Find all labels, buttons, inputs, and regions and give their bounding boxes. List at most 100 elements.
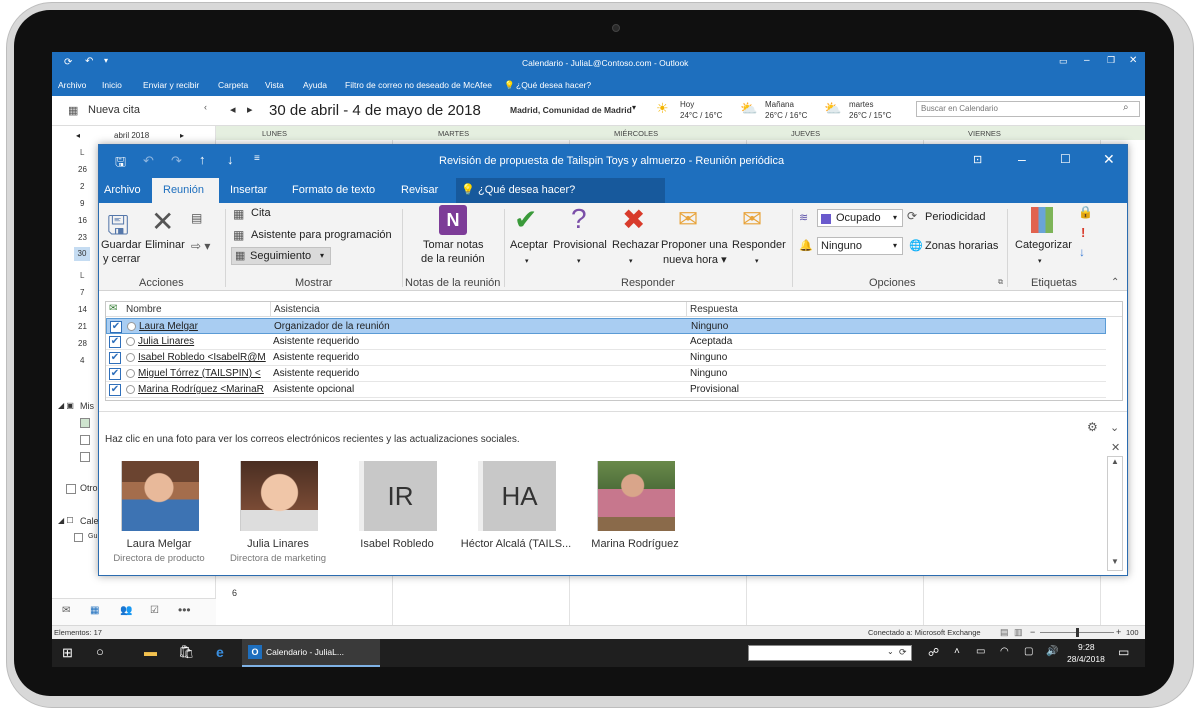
mini-day[interactable]: 4: [80, 356, 84, 365]
mini-day[interactable]: 14: [78, 305, 87, 314]
menu-tell-me[interactable]: ¿Qué desea hacer?: [516, 80, 591, 90]
location[interactable]: Madrid, Comunidad de Madrid: [510, 105, 632, 115]
mini-day[interactable]: 26: [78, 165, 87, 174]
next-week-icon[interactable]: ▸: [247, 103, 253, 116]
ribbon-display-icon[interactable]: ▭: [1059, 56, 1068, 67]
person-photo[interactable]: [240, 461, 318, 531]
zoom-handle[interactable]: [1076, 628, 1079, 637]
customize-quick-access-icon[interactable]: ≡: [254, 153, 260, 164]
close-icon[interactable]: ✕: [1103, 151, 1115, 168]
next-item-icon[interactable]: ↓: [227, 152, 234, 167]
tentative-button[interactable]: Provisional: [553, 239, 607, 251]
attendee-checkbox[interactable]: ✔: [110, 321, 122, 333]
tab-archivo[interactable]: Archivo: [104, 184, 141, 196]
recurrence-button[interactable]: Periodicidad: [925, 211, 986, 223]
mini-day[interactable]: 28: [78, 339, 87, 348]
folder-otros[interactable]: Otro: [80, 483, 98, 493]
ribbon-display-icon[interactable]: ⊡: [973, 153, 982, 166]
sync-icon[interactable]: ⟳: [64, 57, 72, 68]
previous-item-icon[interactable]: ↑: [199, 152, 206, 167]
folder-gu[interactable]: Gu: [88, 533, 97, 540]
battery-icon[interactable]: ▭: [976, 646, 985, 657]
tab-formato[interactable]: Formato de texto: [292, 184, 375, 196]
people-scrollbar[interactable]: ▲ ▼: [1107, 456, 1123, 571]
folder-calendarios[interactable]: Cale: [80, 516, 99, 526]
mini-day[interactable]: 23: [78, 233, 87, 242]
collapse-ribbon-icon[interactable]: ⌃: [1111, 277, 1119, 288]
mini-prev-icon[interactable]: ◂: [76, 131, 80, 140]
table-row[interactable]: ✔ Miguel Tórrez (TAILSPIN) < Asistente r…: [106, 366, 1106, 382]
show-as-select[interactable]: Ocupado ▾: [817, 209, 903, 227]
attendee-name[interactable]: Isabel Robledo <IsabelR@M: [138, 352, 266, 363]
menu-mcafee[interactable]: Filtro de correo no deseado de McAfee: [345, 80, 492, 90]
mini-day[interactable]: 7: [80, 288, 84, 297]
menu-enviar[interactable]: Enviar y recibir: [143, 80, 199, 90]
save-icon[interactable]: 🖫: [115, 153, 126, 175]
minimize-icon[interactable]: –: [1084, 55, 1090, 66]
chevron-down-icon[interactable]: ⌄: [1110, 421, 1119, 434]
respond-button[interactable]: Responder: [732, 239, 786, 251]
prev-week-icon[interactable]: ◂: [230, 103, 236, 116]
save-close-line2[interactable]: y cerrar: [103, 253, 140, 265]
tab-reunion[interactable]: Reunión: [163, 184, 204, 196]
table-row[interactable]: ✔ Isabel Robledo <IsabelR@M Asistente re…: [106, 350, 1106, 366]
table-row[interactable]: ✔ Marina Rodríguez <MarinaR Asistente op…: [106, 382, 1106, 398]
person-initials[interactable]: HA: [478, 461, 556, 531]
calendar-search-box[interactable]: Buscar en Calendario ⌕: [916, 101, 1140, 117]
chevron-down-icon[interactable]: ▾: [1038, 257, 1042, 265]
calendar-checkbox[interactable]: [80, 418, 90, 428]
calendar-checkbox[interactable]: [74, 533, 83, 542]
header-respuesta[interactable]: Respuesta: [690, 304, 738, 315]
attendee-checkbox[interactable]: ✔: [109, 384, 121, 396]
maximize-icon[interactable]: ☐: [1060, 152, 1071, 166]
header-nombre[interactable]: Nombre: [126, 304, 162, 315]
tracking-button[interactable]: ▦ Seguimiento ▾: [231, 247, 331, 265]
file-explorer-icon[interactable]: ▬: [144, 644, 157, 659]
calendar-checkbox[interactable]: [80, 452, 90, 462]
edge-icon[interactable]: e: [216, 644, 224, 660]
table-row[interactable]: ✔ Laura Melgar Organizador de la reunión…: [106, 318, 1106, 334]
propose-line1[interactable]: Proponer una: [661, 239, 728, 251]
accept-button[interactable]: Aceptar: [510, 239, 548, 251]
chevron-down-icon[interactable]: ▾: [755, 257, 759, 265]
people-settings-icon[interactable]: ⚙: [1087, 420, 1098, 434]
forward-icon[interactable]: ⇨ ▾: [191, 239, 210, 253]
volume-icon[interactable]: 🔊: [1046, 646, 1058, 657]
minimize-icon[interactable]: –: [1018, 151, 1026, 167]
collapse-icon[interactable]: ‹: [204, 102, 207, 112]
taskbar-search[interactable]: ⌄ ⟳: [748, 645, 912, 661]
clock-time[interactable]: 9:28: [1078, 642, 1095, 652]
undo-icon[interactable]: ↶: [143, 153, 154, 169]
person-initials[interactable]: IR: [359, 461, 437, 531]
attendee-checkbox[interactable]: ✔: [109, 352, 121, 364]
table-row[interactable]: ✔ Julia Linares Asistente requerido Acep…: [106, 334, 1106, 350]
mini-day[interactable]: 9: [80, 199, 84, 208]
high-importance-icon[interactable]: !: [1081, 225, 1085, 240]
attendee-name[interactable]: Laura Melgar: [139, 321, 267, 332]
reminder-select[interactable]: Ninguno ▾: [817, 237, 903, 255]
attendee-checkbox[interactable]: ✔: [109, 368, 121, 380]
location-dropdown-icon[interactable]: ▾: [632, 103, 636, 112]
decline-button[interactable]: Rechazar: [612, 239, 659, 251]
take-notes-line2[interactable]: de la reunión: [421, 253, 485, 265]
action-center-icon[interactable]: ▭: [1118, 645, 1129, 659]
mail-icon[interactable]: ✉: [62, 605, 70, 616]
undo-icon[interactable]: ↶: [85, 56, 93, 67]
dialog-launcher-icon[interactable]: ⧉: [998, 279, 1003, 287]
close-icon[interactable]: ✕: [1129, 55, 1137, 66]
categorize-button[interactable]: Categorizar: [1015, 239, 1072, 251]
mis-expander-icon[interactable]: ◢ ▣: [58, 401, 74, 410]
scheduling-assistant-button[interactable]: Asistente para programación: [251, 229, 392, 241]
people-taskbar-icon[interactable]: ☍: [928, 646, 939, 659]
tasks-icon[interactable]: ☑: [150, 605, 159, 616]
attendee-attendance[interactable]: Organizador de la reunión: [274, 321, 674, 332]
maximize-icon[interactable]: ❐: [1107, 55, 1115, 66]
low-importance-icon[interactable]: ↓: [1079, 245, 1085, 259]
cita-button[interactable]: Cita: [251, 207, 271, 219]
menu-inicio[interactable]: Inicio: [102, 80, 122, 90]
store-icon[interactable]: 🛍: [178, 644, 195, 660]
search-circle-icon[interactable]: ○: [96, 644, 104, 659]
close-icon[interactable]: ✕: [1111, 441, 1120, 454]
folder-mis-calendarios[interactable]: Mis: [80, 401, 94, 411]
taskbar-outlook[interactable]: O Calendario - JuliaL...: [242, 639, 380, 667]
